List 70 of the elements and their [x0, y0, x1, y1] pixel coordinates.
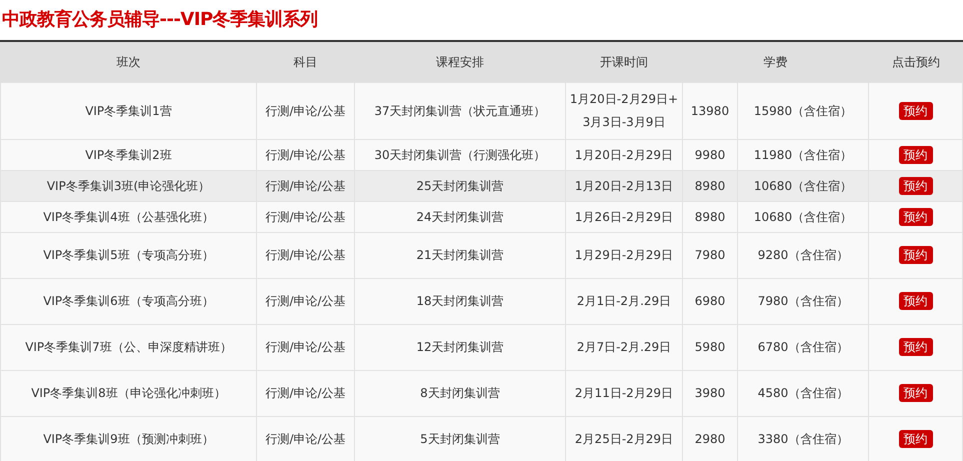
table-cell: 25天封闭集训营: [354, 170, 566, 202]
page-title: 中政教育公务员辅导---VIP冬季集训系列: [1, 8, 319, 32]
column-header: 开课时间: [566, 41, 682, 82]
table-cell: 行测/申论/公基: [256, 370, 354, 416]
table-cell: 5980: [682, 324, 738, 370]
table-cell: 8天封闭集训营: [354, 370, 566, 416]
column-header: 学费: [682, 41, 868, 82]
table-cell: 行测/申论/公基: [256, 140, 354, 170]
table-cell: 行测/申论/公基: [256, 232, 354, 278]
table-cell: 3380（含住宿）: [738, 416, 868, 461]
table-cell: VIP冬季集训9班（预测冲刺班）: [0, 416, 256, 461]
table-cell: 6980: [682, 278, 738, 324]
table-cell: VIP冬季集训3班(申论强化班）: [0, 170, 256, 202]
table-cell: 2月25日-2月29日: [566, 416, 682, 461]
table-cell: 12天封闭集训营: [354, 324, 566, 370]
table-cell: 10680（含住宿）: [738, 170, 868, 202]
table-cell: 行测/申论/公基: [256, 278, 354, 324]
column-header: 班次: [0, 41, 256, 82]
table-cell: VIP冬季集训4班（公基强化班）: [0, 202, 256, 232]
table-cell: 行测/申论/公基: [256, 324, 354, 370]
table-cell: 8980: [682, 170, 738, 202]
table-cell: VIP冬季集训5班（专项高分班）: [0, 232, 256, 278]
table-cell: 8980: [682, 202, 738, 232]
book-button[interactable]: 预约: [898, 430, 932, 448]
table-cell: 1月26日-2月29日: [566, 202, 682, 232]
book-button[interactable]: 预约: [898, 384, 932, 402]
table-cell: 37天封闭集训营（状元直通班）: [354, 82, 566, 140]
table-cell: 3980: [682, 370, 738, 416]
book-button[interactable]: 预约: [898, 246, 932, 264]
table-cell: 2月7日-2月.29日: [566, 324, 682, 370]
table-cell: VIP冬季集训6班（专项高分班）: [0, 278, 256, 324]
table-cell: 9980: [682, 140, 738, 170]
book-button[interactable]: 预约: [898, 338, 932, 356]
table-cell: 行测/申论/公基: [256, 202, 354, 232]
column-header: 点击预约: [868, 41, 962, 82]
table-cell: 1月20日-2月29日+3月3日-3月9日: [566, 82, 682, 140]
table-cell: VIP冬季集训8班（申论强化冲刺班）: [0, 370, 256, 416]
book-button[interactable]: 预约: [898, 208, 932, 226]
table-cell: 行测/申论/公基: [256, 416, 354, 461]
table-cell: 1月20日-2月29日: [566, 140, 682, 170]
table-cell: 30天封闭集训营（行测强化班）: [354, 140, 566, 170]
table-cell: 行测/申论/公基: [256, 170, 354, 202]
table-cell: 13980: [682, 82, 738, 140]
column-header: 科目: [256, 41, 354, 82]
table-cell: 7980: [682, 232, 738, 278]
table-cell: 10680（含住宿）: [738, 202, 868, 232]
table-cell: VIP冬季集训7班（公、申深度精讲班）: [0, 324, 256, 370]
table-cell: 21天封闭集训营: [354, 232, 566, 278]
table-cell: 9280（含住宿）: [738, 232, 868, 278]
table-cell: 6780（含住宿）: [738, 324, 868, 370]
table-cell: 5天封闭集训营: [354, 416, 566, 461]
table-cell: 15980（含住宿）: [738, 82, 868, 140]
table-cell: 2月1日-2月.29日: [566, 278, 682, 324]
table-cell: 2月11日-2月29日: [566, 370, 682, 416]
table-cell: VIP冬季集训1营: [0, 82, 256, 140]
book-button[interactable]: 预约: [898, 102, 932, 120]
column-header: 课程安排: [354, 41, 566, 82]
book-button[interactable]: 预约: [898, 176, 932, 195]
table-cell: VIP冬季集训2班: [0, 140, 256, 170]
table-cell: 4580（含住宿）: [738, 370, 868, 416]
table-cell: 11980（含住宿）: [738, 140, 868, 170]
table-cell: 1月20日-2月13日: [566, 170, 682, 202]
book-button[interactable]: 预约: [898, 146, 932, 164]
book-button[interactable]: 预约: [898, 292, 932, 310]
table-cell: 18天封闭集训营: [354, 278, 566, 324]
table-cell: 2980: [682, 416, 738, 461]
table-cell: 7980（含住宿）: [738, 278, 868, 324]
table-cell: 24天封闭集训营: [354, 202, 566, 232]
table-cell: 行测/申论/公基: [256, 82, 354, 140]
table-cell: 1月29日-2月29日: [566, 232, 682, 278]
